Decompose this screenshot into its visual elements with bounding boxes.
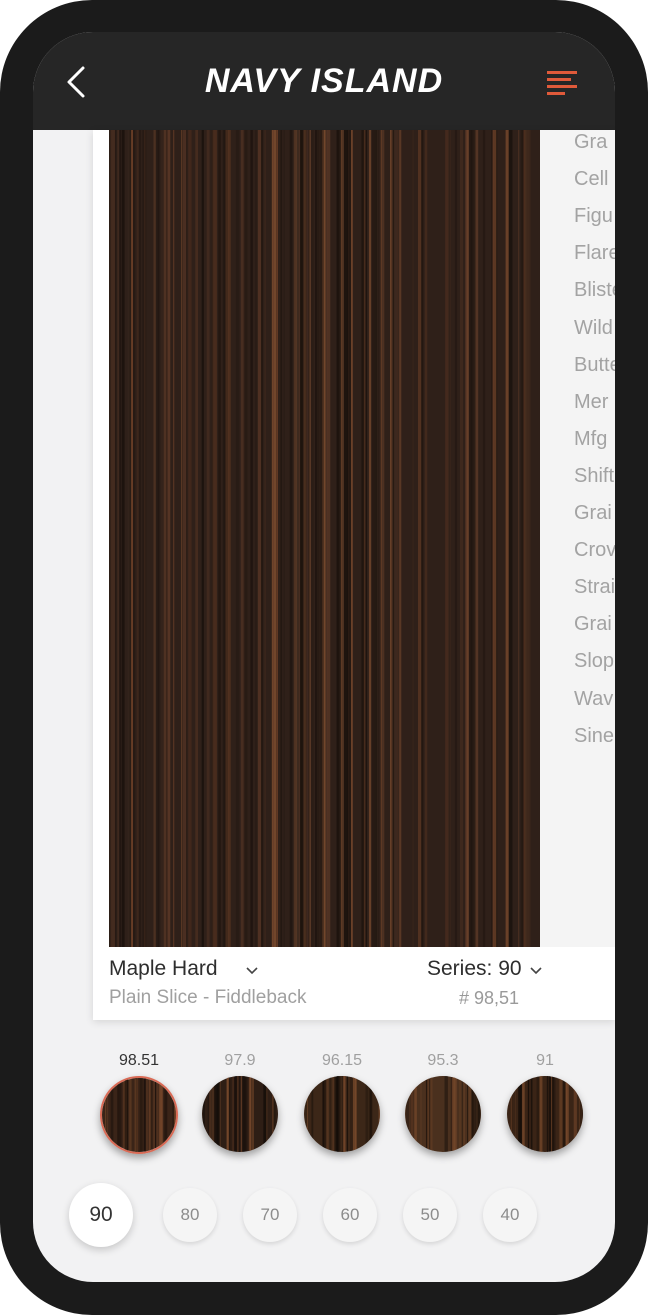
product-code: # 98,51 [459,988,520,1008]
series-selector[interactable]: Series: 90 [427,957,522,981]
figure-type-item[interactable]: Sine [574,725,614,748]
color-swatch[interactable]: 91 [505,1050,585,1152]
swatch-disc[interactable] [202,1076,278,1152]
swatch-disc[interactable] [304,1076,380,1152]
figure-type-item[interactable]: Butte [574,354,615,377]
series-button-80[interactable]: 80 [163,1188,217,1242]
color-swatch[interactable]: 97.9 [200,1050,280,1152]
swatch-label: 97.9 [224,1052,256,1069]
wood-swatch-texture [405,1076,481,1152]
veneer-image[interactable] [109,130,540,947]
figure-type-item[interactable]: Figu [574,205,613,228]
cut-type: Plain Slice - Fiddleback [109,987,307,1008]
figure-type-item[interactable]: Flare [574,242,615,265]
figure-type-list: Gra Cell Figu Flare Bliste Wild Butte Mer Mfg Shi… [540,130,615,947]
color-swatch[interactable]: 98.51 [99,1050,179,1154]
swatch-disc[interactable] [100,1076,178,1154]
wood-swatch-texture [507,1076,583,1152]
figure-type-item[interactable]: Bliste [574,279,615,302]
menu-button[interactable] [545,70,579,96]
menu-lines-icon [547,71,577,95]
series-button-70[interactable]: 70 [243,1188,297,1242]
swatch-disc[interactable] [507,1076,583,1152]
figure-type-item[interactable]: Mfg [574,428,607,451]
swatch-row: 98.51 97.9 96.15 95.3 91 [33,1050,615,1180]
series-button-40[interactable]: 40 [483,1188,537,1242]
top-bar: NAVY ISLAND [33,32,615,130]
figure-type-item[interactable]: Grai [574,613,612,636]
wood-swatch-texture [202,1076,278,1152]
swatch-label: 98.51 [118,1052,160,1069]
species-selector[interactable]: Maple Hard [109,957,218,981]
chevron-down-icon[interactable] [245,966,259,976]
figure-type-item[interactable]: Wav [574,688,613,711]
series-button-50[interactable]: 50 [403,1188,457,1242]
figure-type-item[interactable]: Crov [574,539,615,562]
wood-swatch-texture [304,1076,380,1152]
swatch-label: 95.3 [427,1052,459,1069]
product-info: Maple Hard Plain Slice - Fiddleback Seri… [93,947,615,1020]
swatch-disc[interactable] [405,1076,481,1152]
wood-swatch-texture [102,1078,176,1152]
figure-type-item[interactable]: Cell [574,168,608,191]
figure-type-item[interactable]: Grai [574,502,612,525]
swatch-label: 91 [536,1052,554,1069]
series-button-row: 90 80 70 60 50 40 [33,1179,615,1251]
brand-logo: NAVY ISLAND [204,62,444,100]
color-swatch[interactable]: 95.3 [403,1050,483,1152]
series-button-90[interactable]: 90 [69,1183,133,1247]
chevron-down-icon[interactable] [529,966,543,976]
figure-type-item[interactable]: Slop [574,650,614,673]
app-screen: NAVY ISLAND Gra Cell Figu Flare Bliste Wild Bu… [33,32,615,1282]
veneer-card: Gra Cell Figu Flare Bliste Wild Butte Mer Mfg Shi… [93,130,615,1020]
figure-type-item[interactable]: Mer [574,391,608,414]
color-swatch[interactable]: 96.15 [302,1050,382,1152]
figure-type-item[interactable]: Shift [574,465,614,488]
series-button-60[interactable]: 60 [323,1188,377,1242]
figure-type-item[interactable]: Wild [574,317,613,340]
swatch-label: 96.15 [321,1052,363,1069]
wood-grain-texture [109,130,531,947]
figure-type-item[interactable]: Gra [574,131,607,154]
figure-type-item[interactable]: Strai [574,576,615,599]
